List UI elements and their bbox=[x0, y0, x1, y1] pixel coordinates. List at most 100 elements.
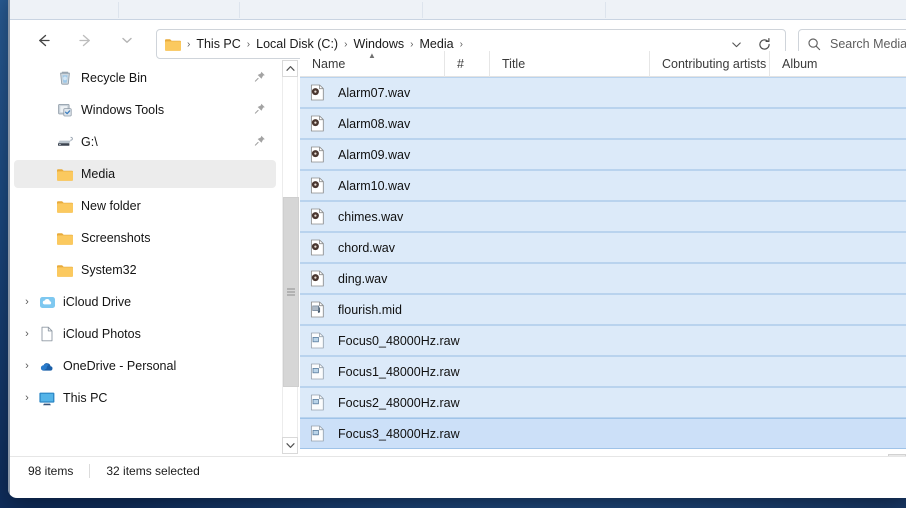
column-header-track-number[interactable]: # bbox=[445, 51, 490, 77]
file-name: chord.wav bbox=[338, 240, 395, 255]
column-header-label: Title bbox=[502, 56, 526, 71]
command-bar-strip[interactable] bbox=[10, 0, 906, 20]
breadcrumb-separator: › bbox=[187, 38, 191, 50]
column-header-label: # bbox=[457, 56, 464, 71]
column-header-label: Name bbox=[312, 56, 346, 71]
file-name: flourish.mid bbox=[338, 302, 402, 317]
sidebar-item-label: This PC bbox=[63, 391, 108, 405]
folder-icon bbox=[54, 231, 76, 246]
sidebar-item-recycle-bin[interactable]: › Recycle Bin bbox=[14, 64, 276, 92]
toolbar-divider bbox=[118, 2, 119, 18]
icloud-drive-icon bbox=[36, 295, 58, 310]
navigation-pane-scrollbar[interactable] bbox=[280, 60, 299, 454]
sidebar-item-label: Screenshots bbox=[81, 231, 151, 245]
sidebar-item-label: Windows Tools bbox=[81, 103, 165, 117]
column-header-contributing-artists[interactable]: Contributing artists bbox=[650, 51, 770, 77]
drive-icon bbox=[54, 135, 76, 149]
column-header-label: Album bbox=[782, 56, 818, 71]
forward-button[interactable] bbox=[70, 25, 100, 55]
sidebar-item-drive-g[interactable]: › G:\ bbox=[14, 128, 276, 156]
chevron-right-icon[interactable]: › bbox=[18, 360, 36, 372]
raw-file-icon bbox=[310, 363, 330, 380]
wav-file-icon bbox=[310, 146, 330, 163]
table-row[interactable]: Focus0_48000Hz.raw bbox=[300, 325, 906, 356]
folder-icon bbox=[54, 263, 76, 278]
search-icon bbox=[807, 37, 821, 51]
chevron-right-icon[interactable]: › bbox=[18, 392, 36, 404]
file-name: Alarm08.wav bbox=[338, 116, 411, 131]
pin-icon[interactable] bbox=[254, 71, 266, 86]
sidebar-item-media[interactable]: › Media bbox=[14, 160, 276, 188]
wav-file-icon bbox=[310, 84, 330, 101]
file-name: Focus1_48000Hz.raw bbox=[338, 364, 460, 379]
table-row[interactable]: ding.wav bbox=[300, 263, 906, 294]
recycle-bin-icon bbox=[54, 70, 76, 86]
table-row[interactable]: Alarm09.wav bbox=[300, 139, 906, 170]
scrollbar-thumb[interactable] bbox=[283, 197, 299, 387]
breadcrumb-item-this-pc[interactable]: This PC bbox=[192, 35, 244, 53]
toolbar-divider bbox=[239, 2, 240, 18]
raw-file-icon bbox=[310, 394, 330, 411]
sidebar-item-windows-tools[interactable]: › Windows Tools bbox=[14, 96, 276, 124]
item-count-label: 98 items bbox=[28, 463, 74, 478]
status-bar: 98 items 32 items selected bbox=[10, 456, 906, 484]
file-name: Focus3_48000Hz.raw bbox=[338, 426, 460, 441]
recent-locations-button[interactable] bbox=[112, 25, 142, 55]
column-header-name[interactable]: ▲ Name bbox=[300, 51, 445, 77]
sidebar-item-icloud-drive[interactable]: › iCloud Drive bbox=[14, 288, 276, 316]
breadcrumb-separator: › bbox=[344, 38, 348, 50]
table-row[interactable]: chimes.wav bbox=[300, 201, 906, 232]
sidebar-item-system32[interactable]: › System32 bbox=[14, 256, 276, 284]
file-name: Alarm09.wav bbox=[338, 147, 411, 162]
folder-icon bbox=[164, 37, 182, 52]
pin-icon[interactable] bbox=[254, 135, 266, 150]
file-rows: Alarm07.wav Alarm08.wav Alarm09.wav Alar… bbox=[300, 77, 906, 449]
sidebar-item-onedrive-personal[interactable]: › OneDrive - Personal bbox=[14, 352, 276, 380]
sidebar-item-label: iCloud Drive bbox=[63, 295, 132, 309]
windows-tools-icon bbox=[54, 102, 76, 118]
chevron-right-icon[interactable]: › bbox=[18, 296, 36, 308]
toolbar-divider bbox=[605, 2, 606, 18]
table-row[interactable]: Focus2_48000Hz.raw bbox=[300, 387, 906, 418]
breadcrumb-separator: › bbox=[246, 38, 251, 50]
scrollbar-grip-icon bbox=[287, 288, 295, 296]
icloud-photos-icon bbox=[36, 326, 58, 342]
file-name: ding.wav bbox=[338, 271, 388, 286]
raw-file-icon bbox=[310, 425, 330, 442]
column-header-title[interactable]: Title bbox=[490, 51, 650, 77]
table-row[interactable]: flourish.mid bbox=[300, 294, 906, 325]
breadcrumb-separator: › bbox=[459, 38, 463, 50]
table-row[interactable]: chord.wav bbox=[300, 232, 906, 263]
file-name: Focus0_48000Hz.raw bbox=[338, 333, 460, 348]
file-list-pane: ▲ Name # Title Contributing artists Albu… bbox=[300, 51, 906, 454]
wav-file-icon bbox=[310, 177, 330, 194]
scrollbar-track[interactable] bbox=[282, 77, 299, 437]
back-button[interactable] bbox=[28, 25, 58, 55]
chevron-right-icon[interactable]: › bbox=[18, 328, 36, 340]
wav-file-icon bbox=[310, 270, 330, 287]
raw-file-icon bbox=[310, 332, 330, 349]
pin-icon[interactable] bbox=[254, 103, 266, 118]
sidebar-item-label: Media bbox=[81, 167, 116, 181]
table-row[interactable]: Focus1_48000Hz.raw bbox=[300, 356, 906, 387]
column-header-album[interactable]: Album bbox=[770, 51, 906, 77]
midi-file-icon bbox=[310, 301, 330, 318]
sidebar-item-icloud-photos[interactable]: › iCloud Photos bbox=[14, 320, 276, 348]
table-row[interactable]: Alarm10.wav bbox=[300, 170, 906, 201]
table-row[interactable]: Focus3_48000Hz.raw bbox=[300, 418, 906, 449]
sidebar-item-new-folder[interactable]: › New folder bbox=[14, 192, 276, 220]
sidebar-item-label: iCloud Photos bbox=[63, 327, 141, 341]
wav-file-icon bbox=[310, 208, 330, 225]
scroll-down-button[interactable] bbox=[282, 437, 298, 454]
search-input[interactable]: Search Media bbox=[830, 37, 906, 51]
navigation-pane: › Recycle Bin › bbox=[10, 60, 282, 454]
sidebar-item-this-pc[interactable]: › This PC bbox=[14, 384, 276, 412]
scroll-up-button[interactable] bbox=[282, 60, 298, 77]
sidebar-item-screenshots[interactable]: › Screenshots bbox=[14, 224, 276, 252]
folder-icon bbox=[54, 199, 76, 214]
table-row[interactable]: Alarm07.wav bbox=[300, 77, 906, 108]
wav-file-icon bbox=[310, 115, 330, 132]
sidebar-item-label: G:\ bbox=[81, 135, 98, 149]
folder-icon bbox=[54, 167, 76, 182]
table-row[interactable]: Alarm08.wav bbox=[300, 108, 906, 139]
